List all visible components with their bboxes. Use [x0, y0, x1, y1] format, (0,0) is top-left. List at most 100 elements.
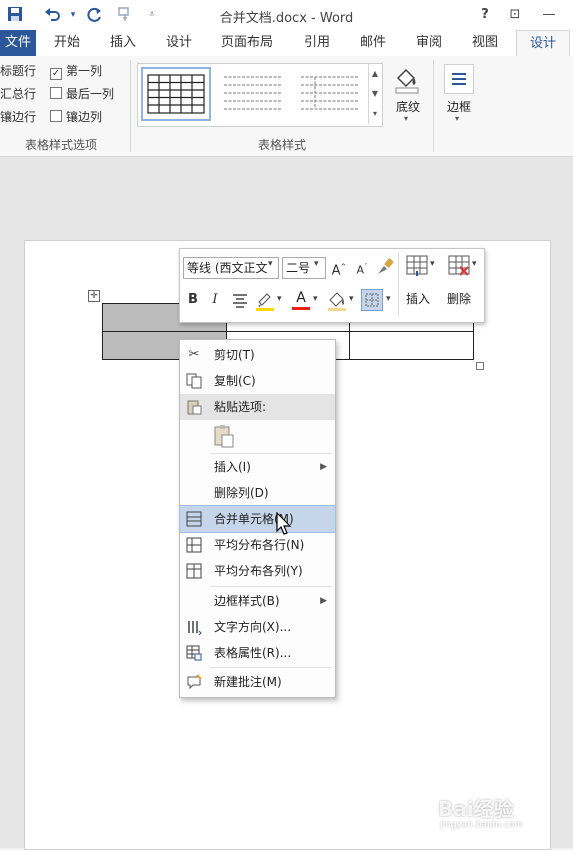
- option-banded-columns-label: 镶边列: [66, 110, 103, 124]
- font-color-dropdown-icon[interactable]: ▾: [313, 294, 318, 304]
- option-total-row[interactable]: 汇总行: [0, 85, 36, 103]
- borders-icon[interactable]: [444, 64, 474, 94]
- menu-item-distribute-columns[interactable]: 平均分布各列(Y): [180, 558, 335, 584]
- delete-label[interactable]: 删除: [444, 290, 474, 307]
- menu-separator: [210, 667, 332, 668]
- scissors-icon: ✂: [188, 347, 200, 362]
- table-properties-icon: [186, 645, 202, 661]
- shading-dropdown-icon[interactable]: ▾: [404, 114, 408, 123]
- option-banded-rows[interactable]: 镶边行: [0, 108, 36, 126]
- borders-dropdown-icon[interactable]: ▾: [455, 114, 459, 123]
- submenu-arrow-icon: ▶: [320, 596, 327, 606]
- menu-item-label: 边框样式(B): [214, 594, 280, 608]
- shading-icon[interactable]: [392, 64, 422, 94]
- tab-insert[interactable]: 插入: [102, 30, 144, 56]
- font-name-box[interactable]: 等线 (西文正文: [183, 257, 279, 279]
- highlight-dropdown-icon[interactable]: ▾: [277, 294, 282, 304]
- align-center-icon[interactable]: [231, 292, 249, 308]
- menu-item-cut[interactable]: ✂ 剪切(T): [180, 342, 335, 368]
- font-size-box[interactable]: 二号: [282, 257, 326, 279]
- borders-label[interactable]: 边框: [442, 98, 476, 115]
- help-button[interactable]: ?: [476, 6, 494, 24]
- font-name-dropdown-icon[interactable]: ▾: [268, 259, 273, 269]
- tab-mailings[interactable]: 邮件: [352, 30, 394, 56]
- menu-item-label: 平均分布各行(N): [214, 538, 305, 552]
- shrink-font-icon: A: [356, 263, 365, 277]
- table-resize-handle[interactable]: [476, 362, 484, 370]
- grow-font-button[interactable]: A^: [330, 257, 348, 278]
- tab-references[interactable]: 引用: [296, 30, 338, 56]
- menu-item-delete-column[interactable]: 删除列(D): [180, 480, 335, 506]
- menu-item-insert[interactable]: 插入(I) ▶: [180, 454, 335, 480]
- menu-item-copy[interactable]: 复制(C): [180, 368, 335, 394]
- insert-table-icon[interactable]: [406, 255, 428, 277]
- tab-table-design[interactable]: 设计: [516, 30, 570, 57]
- font-color-letter: A: [296, 290, 306, 306]
- ribbon-divider: [130, 60, 131, 152]
- font-name-value: 等线 (西文正文: [187, 261, 268, 275]
- text-direction-icon: [186, 619, 202, 636]
- tab-view[interactable]: 视图: [464, 30, 506, 56]
- tab-review[interactable]: 审阅: [408, 30, 450, 56]
- menu-item-table-properties[interactable]: 表格属性(R)...: [180, 640, 335, 666]
- gallery-up-icon[interactable]: ▲: [369, 64, 381, 84]
- tab-home[interactable]: 开始: [46, 30, 88, 56]
- table-style-plain[interactable]: [218, 67, 288, 121]
- submenu-arrow-icon: ▶: [320, 462, 327, 472]
- gallery-scroll[interactable]: ▲ ▼ ▾: [368, 64, 381, 124]
- option-header-row[interactable]: 标题行: [0, 62, 36, 80]
- checkbox-icon[interactable]: [50, 110, 62, 122]
- menu-item-label: 删除列(D): [214, 486, 269, 500]
- menu-item-text-direction[interactable]: 文字方向(X)...: [180, 614, 335, 640]
- gallery-more-icon[interactable]: ▾: [369, 104, 381, 124]
- delete-dropdown-icon[interactable]: ▾: [472, 259, 477, 269]
- shading-label[interactable]: 底纹: [390, 98, 426, 115]
- table-cell[interactable]: [349, 331, 474, 360]
- font-size-value: 二号: [286, 261, 311, 275]
- tab-file[interactable]: 文件: [0, 30, 36, 56]
- menu-separator: [210, 586, 332, 587]
- watermark-url: jingyan.baidu.com: [440, 820, 524, 830]
- menu-item-label: 表格属性(R)...: [214, 646, 292, 660]
- menu-item-border-styles[interactable]: 边框样式(B) ▶: [180, 588, 335, 614]
- insert-dropdown-icon[interactable]: ▾: [430, 259, 435, 269]
- gallery-down-icon[interactable]: ▼: [369, 84, 381, 104]
- context-menu: ✂ 剪切(T) 复制(C) 粘贴选项: 插入(I) ▶ 删除列(D) 合并单元格…: [179, 339, 336, 698]
- highlight-color-icon[interactable]: [255, 290, 275, 312]
- table-move-handle-icon[interactable]: ✛: [88, 290, 100, 302]
- option-last-column[interactable]: 最后一列: [50, 85, 114, 103]
- format-painter-icon[interactable]: [375, 256, 395, 276]
- cell-borders-dropdown-icon[interactable]: ▾: [386, 294, 391, 304]
- style-options-group-label: 表格样式选项: [24, 138, 97, 152]
- delete-table-icon[interactable]: [448, 255, 470, 277]
- menu-item-merge-cells[interactable]: 合并单元格(M): [179, 505, 336, 533]
- font-color-icon[interactable]: A: [291, 289, 311, 313]
- menu-item-distribute-rows[interactable]: 平均分布各行(N): [180, 532, 335, 558]
- shrink-font-button[interactable]: Aˇ: [353, 257, 371, 277]
- paste-keep-text-only-icon[interactable]: [213, 424, 235, 448]
- tab-page-layout[interactable]: 页面布局: [214, 30, 280, 56]
- minimize-button[interactable]: —: [540, 6, 558, 24]
- paste-icon: [186, 399, 202, 415]
- bold-button[interactable]: B: [185, 290, 201, 310]
- mini-toolbar-divider: [398, 252, 399, 316]
- option-first-column-label: 第一列: [66, 64, 103, 78]
- menu-item-new-comment[interactable]: 新建批注(M): [180, 669, 335, 695]
- cell-borders-icon[interactable]: [361, 289, 383, 311]
- checkbox-checked-icon[interactable]: ✓: [50, 68, 62, 80]
- option-banded-columns[interactable]: 镶边列: [50, 108, 114, 126]
- font-size-dropdown-icon[interactable]: ▾: [314, 259, 319, 269]
- option-first-column[interactable]: ✓ 第一列: [50, 62, 114, 80]
- checkbox-icon[interactable]: [50, 87, 62, 99]
- table-style-light[interactable]: [295, 67, 365, 121]
- style-options-col1: 标题行 汇总行 镶边行: [0, 62, 36, 126]
- distribute-rows-icon: [186, 537, 202, 553]
- cell-shading-icon[interactable]: [327, 290, 347, 312]
- italic-button[interactable]: I: [207, 290, 223, 310]
- menu-item-label: 剪切(T): [214, 348, 255, 362]
- tab-design[interactable]: 设计: [158, 30, 200, 56]
- ribbon-display-options-button[interactable]: ⊡: [506, 6, 524, 24]
- cell-shading-dropdown-icon[interactable]: ▾: [349, 294, 354, 304]
- insert-label[interactable]: 插入: [403, 290, 433, 307]
- table-style-grid[interactable]: [141, 67, 211, 121]
